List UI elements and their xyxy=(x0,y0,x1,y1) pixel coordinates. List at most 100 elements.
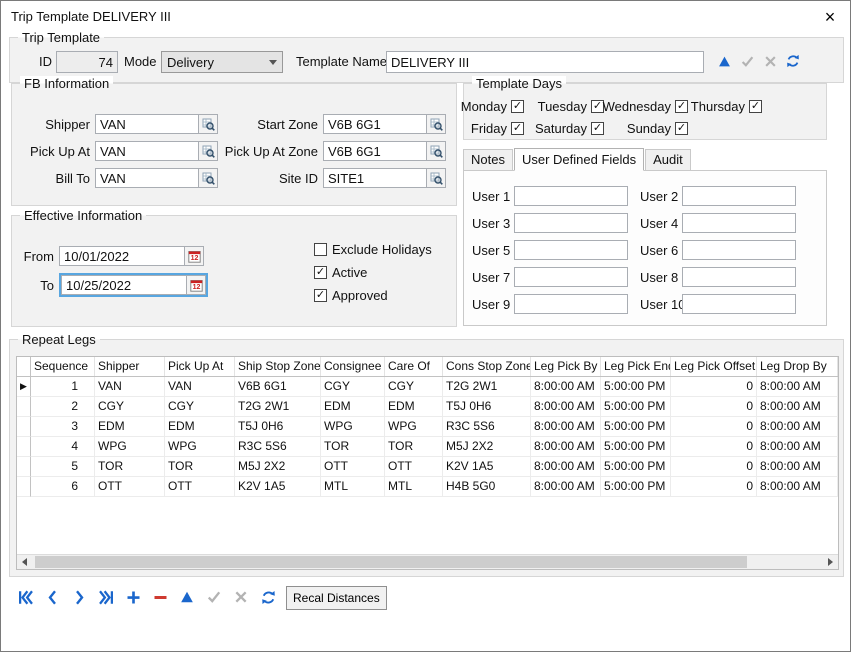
grid-cell[interactable]: MTL xyxy=(321,477,385,497)
grid-cell[interactable]: 0 xyxy=(671,477,757,497)
grid-cell[interactable]: T2G 2W1 xyxy=(443,377,531,397)
grid-cell[interactable]: R3C 5S6 xyxy=(235,437,321,457)
grid-cell[interactable]: 5:00:00 PM xyxy=(601,397,671,417)
user-field-input[interactable] xyxy=(682,294,796,314)
field-value[interactable]: V6B 6G1 xyxy=(323,141,427,161)
grid-cell[interactable]: CGY xyxy=(385,377,443,397)
grid-cell[interactable]: 0 xyxy=(671,437,757,457)
grid-cell[interactable]: 8:00:00 AM xyxy=(757,397,838,417)
grid-cell[interactable]: CGY xyxy=(321,377,385,397)
grid-cell[interactable]: 8:00:00 AM xyxy=(531,477,601,497)
grid-cell[interactable]: EDM xyxy=(385,397,443,417)
last-record-button[interactable] xyxy=(94,585,118,609)
grid-cell[interactable]: 5:00:00 PM xyxy=(601,437,671,457)
table-row[interactable]: 4WPGWPGR3C 5S6TORTORM5J 2X28:00:00 AM5:0… xyxy=(17,437,838,457)
grid-column-header[interactable]: Shipper xyxy=(95,357,165,376)
to-date-input[interactable]: 10/25/2022 xyxy=(61,275,187,295)
grid-cell[interactable]: 3 xyxy=(31,417,95,437)
grid-cell[interactable]: VAN xyxy=(165,377,235,397)
lookup-button[interactable] xyxy=(427,168,446,188)
grid-cell[interactable]: K2V 1A5 xyxy=(235,477,321,497)
checkbox[interactable] xyxy=(314,266,327,279)
grid-cell[interactable]: 8:00:00 AM xyxy=(757,377,838,397)
grid-cell[interactable]: T2G 2W1 xyxy=(235,397,321,417)
grid-cell[interactable]: 8:00:00 AM xyxy=(757,477,838,497)
scroll-right-button[interactable] xyxy=(823,555,838,569)
grid-cell[interactable]: TOR xyxy=(321,437,385,457)
mode-select[interactable]: Delivery xyxy=(161,51,283,73)
grid-column-header[interactable]: Leg Drop By xyxy=(757,357,838,376)
checkbox-item[interactable]: Exclude Holidays xyxy=(314,242,432,256)
grid-cell[interactable]: EDM xyxy=(321,397,385,417)
field-value[interactable]: V6B 6G1 xyxy=(323,114,427,134)
to-calendar-button[interactable]: 12 xyxy=(187,275,206,295)
grid-cell[interactable]: M5J 2X2 xyxy=(443,437,531,457)
checkbox[interactable] xyxy=(511,100,524,113)
day-checkbox-item[interactable]: Thursday xyxy=(688,99,762,114)
checkbox-item[interactable]: Approved xyxy=(314,288,432,302)
field-value[interactable]: VAN xyxy=(95,141,199,161)
grid-column-header[interactable]: Leg Pick End xyxy=(601,357,671,376)
grid-cell[interactable]: 8:00:00 AM xyxy=(531,457,601,477)
grid-cell[interactable]: TOR xyxy=(165,457,235,477)
horizontal-scrollbar[interactable] xyxy=(17,554,838,569)
recal-distances-button[interactable]: Recal Distances xyxy=(286,586,387,610)
user-field-input[interactable] xyxy=(682,213,796,233)
from-calendar-button[interactable]: 12 xyxy=(185,246,204,266)
grid-cell[interactable]: 5:00:00 PM xyxy=(601,417,671,437)
grid-cell[interactable]: V6B 6G1 xyxy=(235,377,321,397)
grid-cell[interactable]: 8:00:00 AM xyxy=(531,377,601,397)
grid-cell[interactable]: M5J 2X2 xyxy=(235,457,321,477)
refresh-button[interactable] xyxy=(783,51,803,71)
grid-cell[interactable]: 5:00:00 PM xyxy=(601,457,671,477)
checkbox-item[interactable]: Active xyxy=(314,265,432,279)
grid-cell[interactable]: EDM xyxy=(95,417,165,437)
grid-cell[interactable]: 5:00:00 PM xyxy=(601,377,671,397)
user-field-input[interactable] xyxy=(514,294,628,314)
template-name-input[interactable]: DELIVERY III xyxy=(386,51,704,73)
checkbox[interactable] xyxy=(314,289,327,302)
insert-record-button[interactable] xyxy=(121,585,145,609)
lookup-button[interactable] xyxy=(199,168,218,188)
grid-column-header[interactable]: Pick Up At xyxy=(165,357,235,376)
post-edit-button[interactable] xyxy=(737,51,757,71)
tab-notes[interactable]: Notes xyxy=(463,149,513,170)
grid-column-header[interactable]: Leg Pick Offset xyxy=(671,357,757,376)
grid-cell[interactable]: CGY xyxy=(95,397,165,417)
cancel-edit-button[interactable] xyxy=(760,51,780,71)
grid-cell[interactable]: VAN xyxy=(95,377,165,397)
grid-cell[interactable]: TOR xyxy=(95,457,165,477)
next-record-button[interactable] xyxy=(67,585,91,609)
grid-cell[interactable]: OTT xyxy=(385,457,443,477)
user-field-input[interactable] xyxy=(514,240,628,260)
grid-cell[interactable]: 0 xyxy=(671,457,757,477)
grid-cell[interactable]: 8:00:00 AM xyxy=(531,397,601,417)
user-field-input[interactable] xyxy=(682,267,796,287)
refresh-button[interactable] xyxy=(256,585,280,609)
grid-cell[interactable]: EDM xyxy=(165,417,235,437)
post-edit-button[interactable] xyxy=(202,585,226,609)
grid-column-header[interactable]: Ship Stop Zone xyxy=(235,357,321,376)
day-checkbox-item[interactable]: Friday xyxy=(470,121,524,136)
grid-column-header[interactable]: Leg Pick By xyxy=(531,357,601,376)
scroll-left-button[interactable] xyxy=(17,555,32,569)
close-button[interactable]: × xyxy=(818,5,842,29)
checkbox[interactable] xyxy=(314,243,327,256)
table-row[interactable]: 5TORTORM5J 2X2OTTOTTK2V 1A58:00:00 AM5:0… xyxy=(17,457,838,477)
grid-cell[interactable]: T5J 0H6 xyxy=(443,397,531,417)
lookup-button[interactable] xyxy=(199,114,218,134)
table-row[interactable]: 3EDMEDMT5J 0H6WPGWPGR3C 5S68:00:00 AM5:0… xyxy=(17,417,838,437)
grid-cell[interactable]: 8:00:00 AM xyxy=(757,417,838,437)
grid-cell[interactable]: 8:00:00 AM xyxy=(757,457,838,477)
grid-cell[interactable]: TOR xyxy=(385,437,443,457)
tab-audit[interactable]: Audit xyxy=(645,149,691,170)
first-record-button[interactable] xyxy=(13,585,37,609)
grid-cell[interactable]: 5 xyxy=(31,457,95,477)
prior-record-button[interactable] xyxy=(40,585,64,609)
user-field-input[interactable] xyxy=(514,267,628,287)
grid-cell[interactable]: WPG xyxy=(95,437,165,457)
day-checkbox-item[interactable]: Monday xyxy=(470,99,524,114)
grid-cell[interactable]: 4 xyxy=(31,437,95,457)
day-checkbox-item[interactable]: Wednesday xyxy=(604,99,688,114)
grid-cell[interactable]: MTL xyxy=(385,477,443,497)
